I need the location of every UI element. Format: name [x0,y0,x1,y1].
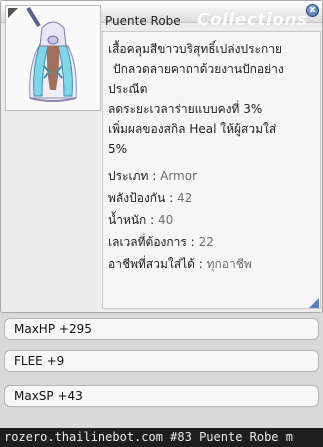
stat-label: น้ำหนัก : [108,213,155,227]
stat-row: อาชีพที่สวมใส่ได้ : ทุกอาชีพ [108,253,316,275]
description-line: เพิ่มผลของสกิล Heal ให้ผู้สวมใส่ [108,122,277,136]
stat-row: น้ำหนัก : 40 [108,209,316,231]
stat-row: พลังป้องกัน : 42 [108,187,316,209]
stat-row: ประเภท : Armor [108,165,316,187]
stat-label: อาชีพที่สวมใส่ได้ : [108,257,203,271]
item-name: Puente Robe [105,14,181,28]
option-maxsp: MaxSP +43 [4,385,319,407]
stat-value: 40 [158,213,174,227]
description-line: ลดระยะเวลาร่ายแบบคงที่ 3% [108,102,263,116]
option-maxhp: MaxHP +295 [4,318,319,340]
close-icon[interactable]: x [306,4,319,17]
description-line: ปักลวดลายคาถาด้วยงานปักอย่าง [113,62,284,76]
description-text: เสื้อคลุมสีขาวบริสุทธิ์เปล่งประกาย ปักลว… [108,39,316,275]
stat-label: เลเวลที่ต้องการ : [108,235,195,249]
description-line: เสื้อคลุมสีขาวบริสุทธิ์เปล่งประกาย [108,42,283,56]
description-line: 5% [108,142,128,156]
item-info-window: Collections x Puente Robe เสื้อคลุมสีขาว… [0,0,323,313]
robe-item-icon [8,6,77,102]
stat-label: ประเภท : [108,169,157,183]
item-image [5,5,101,111]
stat-label: พลังป้องกัน : [108,191,174,205]
resize-grip-icon[interactable] [309,298,319,308]
option-flee: FLEE +9 [4,350,319,372]
watermark-text: Collections [197,10,308,30]
footer-caption: rozero.thailinebot.com #83 Puente Robe m [0,428,323,447]
stat-row: เลเวลที่ต้องการ : 22 [108,231,316,253]
stat-value: ทุกอาชีพ [206,257,252,271]
stat-value: 42 [176,191,193,205]
stat-value: 22 [198,235,214,249]
description-line: ประณีต [108,82,148,96]
stat-value: Armor [160,169,198,183]
